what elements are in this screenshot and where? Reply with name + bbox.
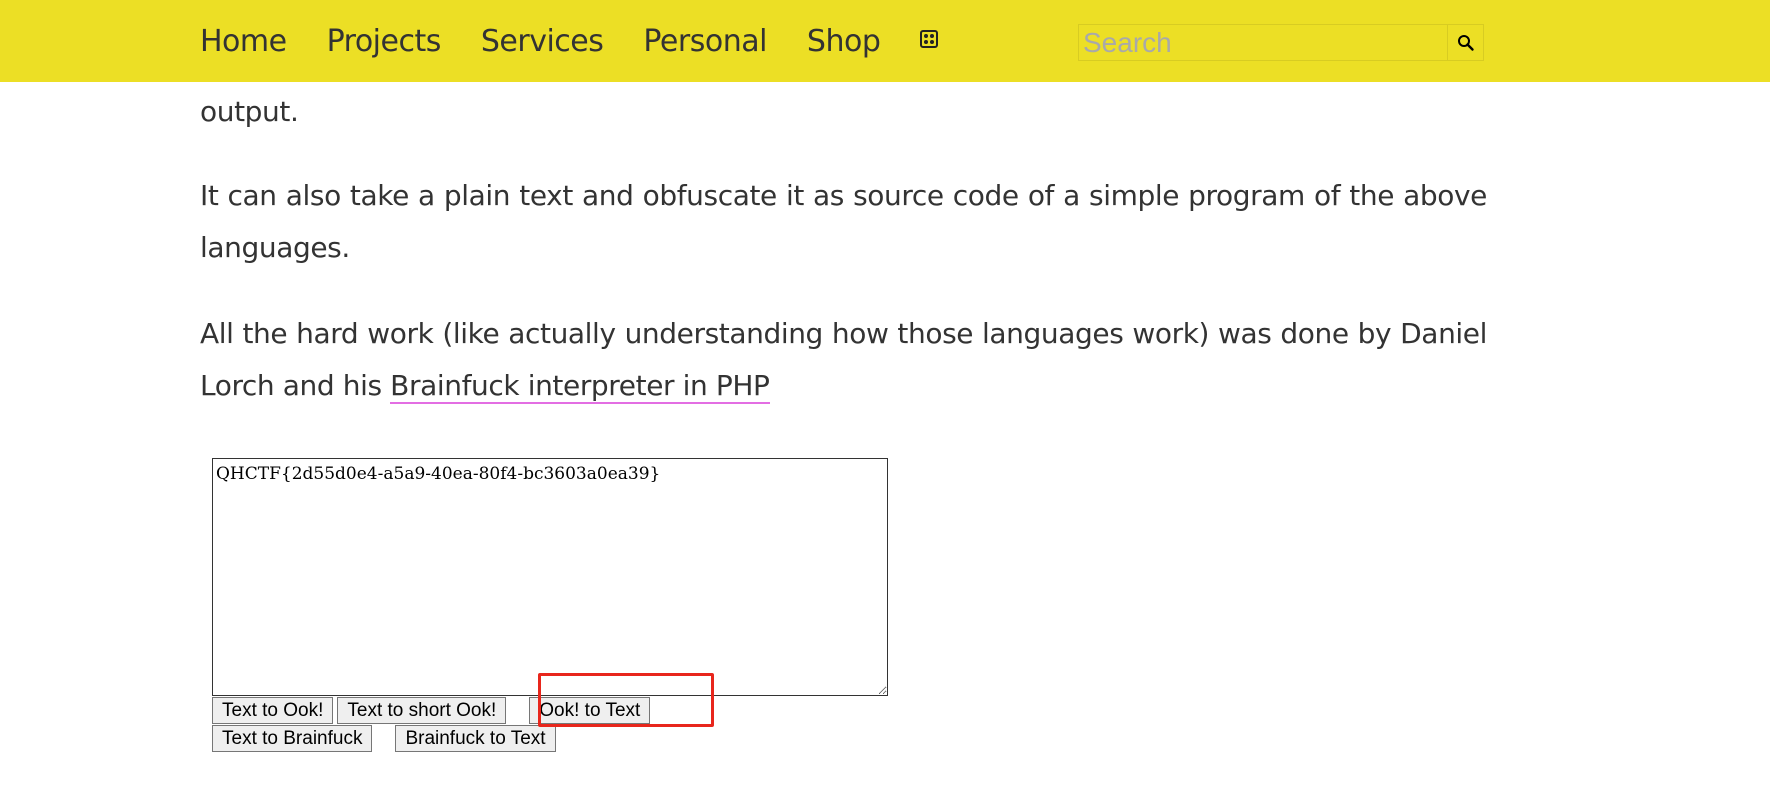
button-row-ook: Text to Ook! Text to short Ook! Ook! to … (212, 696, 888, 724)
text-to-ook-button[interactable]: Text to Ook! (212, 696, 334, 724)
button-row-brainfuck: Text to Brainfuck Brainfuck to Text (212, 724, 888, 752)
nav-shop[interactable]: Shop (807, 24, 881, 59)
dice-icon[interactable] (920, 30, 939, 48)
ook-converter-tool: QHCTF{2d55d0e4-a5a9-40ea-80f4-bc3603a0ea… (212, 458, 888, 752)
search-input[interactable] (1078, 24, 1448, 61)
text-to-short-ook-button[interactable]: Text to short Ook! (337, 696, 507, 724)
nav-personal[interactable]: Personal (643, 24, 767, 59)
code-textarea[interactable]: QHCTF{2d55d0e4-a5a9-40ea-80f4-bc3603a0ea… (212, 458, 888, 696)
nav-projects[interactable]: Projects (327, 24, 442, 59)
paragraph-output: output. (200, 95, 299, 128)
search-button[interactable] (1447, 24, 1484, 61)
search-icon (1457, 34, 1474, 51)
brainfuck-interpreter-link[interactable]: Brainfuck interpreter in PHP (390, 369, 770, 404)
paragraph-credits: All the hard work (like actually underst… (200, 308, 1487, 412)
top-navigation-bar: Home Projects Services Personal Shop (0, 0, 1770, 82)
article-content: output. It can also take a plain text an… (200, 82, 1487, 412)
ook-to-text-button[interactable]: Ook! to Text (529, 696, 651, 724)
search-form (1078, 24, 1484, 61)
text-to-brainfuck-button[interactable]: Text to Brainfuck (212, 724, 373, 752)
paragraph-obfuscate: It can also take a plain text and obfusc… (200, 179, 1487, 264)
main-nav: Home Projects Services Personal Shop (200, 0, 939, 82)
brainfuck-to-text-button[interactable]: Brainfuck to Text (395, 724, 556, 752)
nav-home[interactable]: Home (200, 24, 287, 59)
nav-services[interactable]: Services (481, 24, 604, 59)
